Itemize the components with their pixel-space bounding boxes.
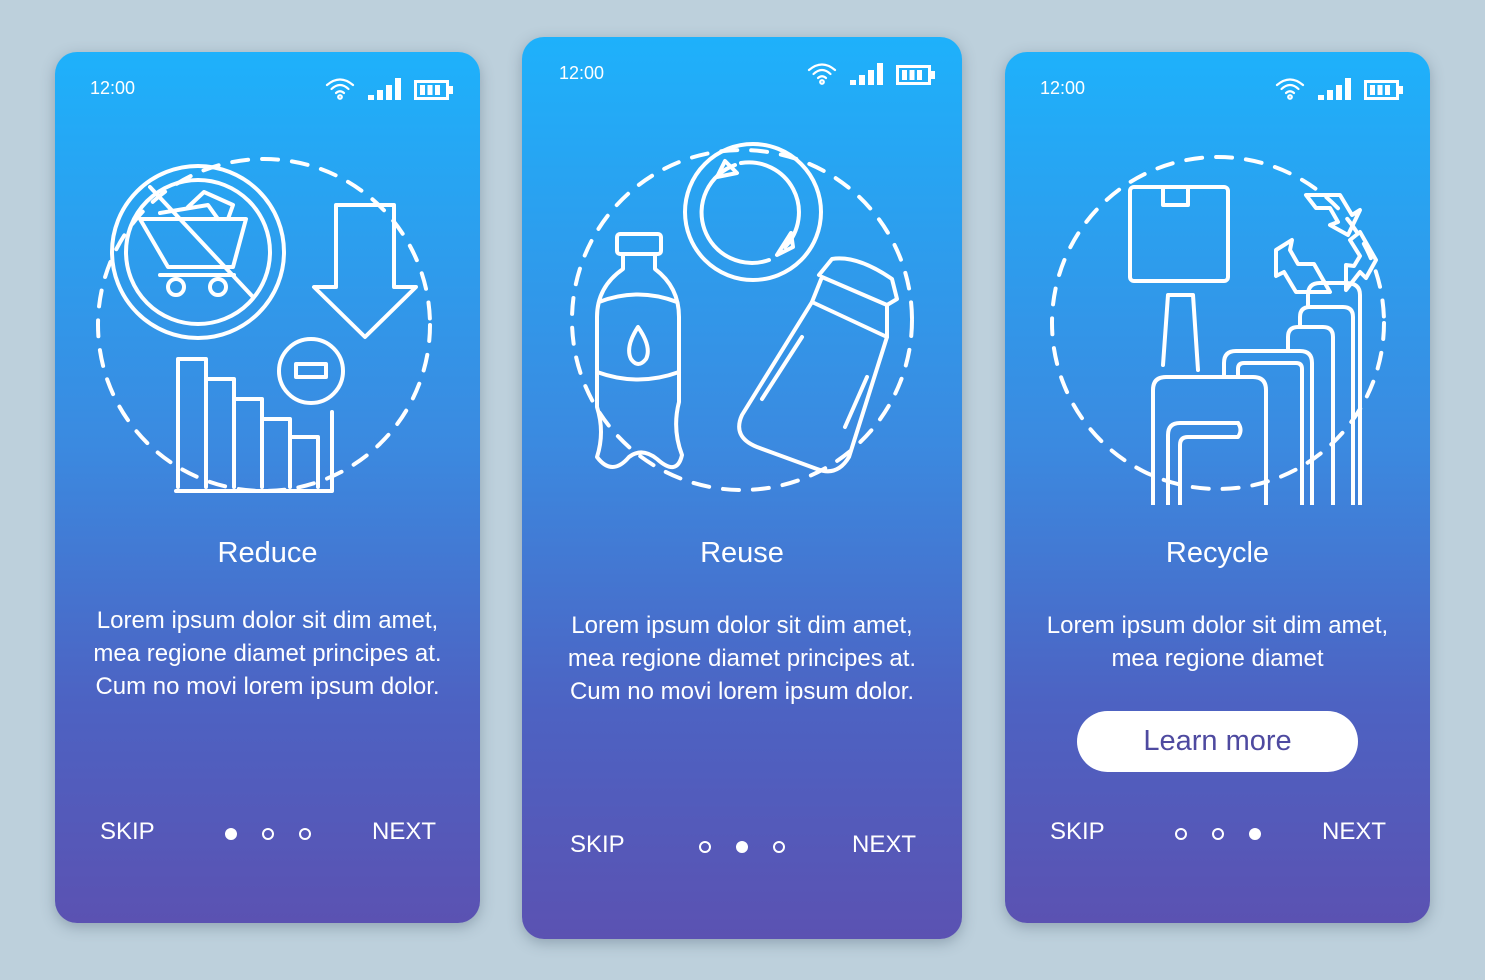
status-bar: 12:00 [55, 76, 480, 102]
page-dot-2[interactable] [736, 841, 748, 853]
screen-description: Lorem ipsum dolor sit dim amet, mea regi… [93, 607, 442, 700]
screen-title: Reuse [700, 537, 784, 569]
page-dot-1[interactable] [224, 828, 237, 840]
onboarding-nav: SKIP NEXT [55, 818, 480, 852]
status-bar: 12:00 [522, 61, 962, 87]
water-bottle-icon [595, 232, 684, 469]
signal-icon [850, 63, 883, 85]
next-button[interactable]: NEXT [1322, 818, 1386, 846]
signal-icon [368, 78, 401, 100]
glass-jar-icon [737, 256, 899, 474]
page-indicator [224, 828, 311, 840]
onboarding-nav: SKIP NEXT [522, 831, 962, 865]
next-button[interactable]: NEXT [852, 831, 916, 859]
page-dot-3[interactable] [298, 828, 311, 840]
screen-title: Reduce [217, 537, 318, 569]
onboarding-screen-reuse: 12:00 Reuse Lorem ipsum dolor sit dim am… [522, 37, 962, 939]
status-time: 12:00 [1040, 78, 1086, 98]
onboarding-screen-reduce: 12:00 Reduce Lorem ipsum dolor sit dim a… [55, 52, 480, 923]
screen-title: Recycle [1165, 537, 1270, 569]
reduce-illustration [55, 147, 480, 507]
page-dot-1[interactable] [1174, 828, 1187, 840]
refresh-cycle-icon [683, 142, 823, 282]
no-shopping-cart-icon [109, 164, 286, 340]
skip-button[interactable]: SKIP [570, 831, 625, 859]
recycle-symbol-icon [1273, 193, 1378, 294]
page-dot-3[interactable] [1248, 828, 1261, 840]
skip-button[interactable]: SKIP [1050, 818, 1105, 846]
minus-circle-icon [276, 337, 345, 405]
next-button[interactable]: NEXT [372, 818, 436, 846]
learn-more-button[interactable]: Learn more [1077, 711, 1358, 772]
wifi-icon [1275, 78, 1305, 100]
page-dot-2[interactable] [1211, 828, 1224, 840]
status-time: 12:00 [90, 78, 136, 98]
onboarding-nav: SKIP NEXT [1005, 818, 1430, 852]
onboarding-screen-recycle: 12:00 Recycle Lorem ipsum dolor sit dim … [1005, 52, 1430, 923]
page-dot-3[interactable] [773, 841, 785, 853]
wifi-icon [325, 78, 355, 100]
factory-icon [1150, 281, 1362, 505]
screen-description: Lorem ipsum dolor sit dim amet, mea regi… [1046, 612, 1389, 672]
reuse-illustration [522, 137, 962, 507]
page-indicator [699, 841, 785, 853]
screen-description: Lorem ipsum dolor sit dim amet, mea regi… [567, 612, 917, 705]
battery-icon [1364, 80, 1403, 100]
page-indicator [1174, 828, 1261, 840]
status-time: 12:00 [559, 63, 605, 83]
arrow-down-icon [311, 203, 418, 339]
page-dot-1[interactable] [699, 841, 711, 853]
signal-icon [1318, 78, 1351, 100]
battery-icon [896, 65, 935, 85]
cardboard-box-icon [1127, 185, 1230, 283]
battery-icon [414, 80, 453, 100]
recycle-illustration [1005, 145, 1430, 505]
skip-button[interactable]: SKIP [100, 818, 155, 846]
wifi-icon [807, 63, 837, 85]
page-dot-2[interactable] [261, 828, 274, 840]
status-bar: 12:00 [1005, 76, 1430, 102]
